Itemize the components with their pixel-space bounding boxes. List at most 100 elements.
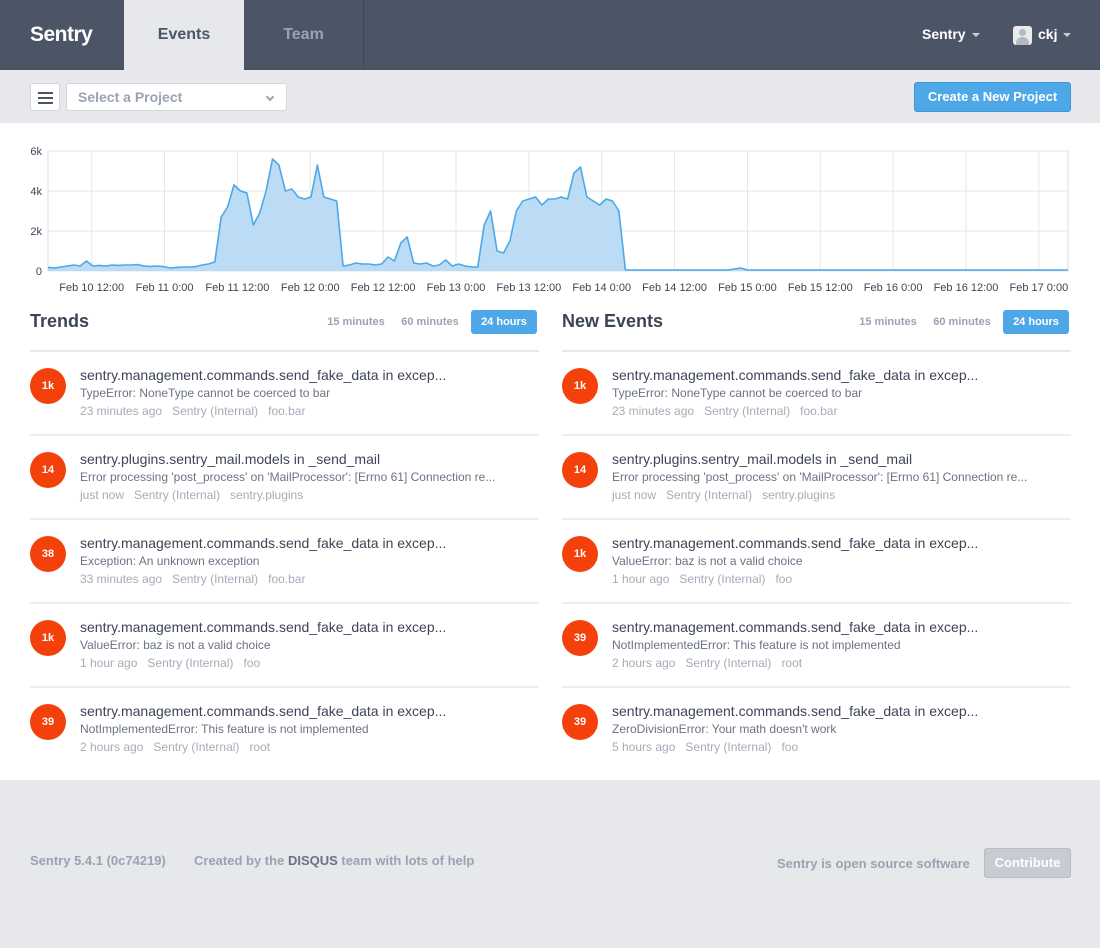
trends-range-60m[interactable]: 60 minutes: [397, 310, 463, 334]
event-row[interactable]: 1k sentry.management.commands.send_fake_…: [562, 520, 1071, 604]
event-title[interactable]: sentry.management.commands.send_fake_dat…: [612, 619, 992, 635]
event-meta: 2 hours ago Sentry (Internal) root: [80, 740, 280, 754]
event-row[interactable]: 38 sentry.management.commands.send_fake_…: [30, 520, 539, 604]
event-time: 1 hour ago: [612, 572, 670, 586]
org-menu-label: Sentry: [922, 26, 966, 42]
new-events-range-24h[interactable]: 24 hours: [1003, 310, 1069, 334]
event-meta: 33 minutes ago Sentry (Internal) foo.bar: [80, 572, 315, 586]
event-time: 23 minutes ago: [80, 404, 163, 418]
event-project: Sentry (Internal): [679, 572, 766, 586]
chart-x-tick-label: Feb 17 0:00: [1009, 282, 1068, 294]
credit-suffix[interactable]: team with lots of help: [341, 853, 474, 868]
new-events-panel: New Events 15 minutes 60 minutes 24 hour…: [562, 308, 1071, 772]
event-tag: foo.bar: [800, 404, 838, 418]
count-badge: 38: [30, 536, 66, 572]
count-badge: 14: [562, 452, 598, 488]
event-project: Sentry (Internal): [685, 740, 772, 754]
event-message: TypeError: NoneType cannot be coerced to…: [612, 386, 863, 400]
event-title[interactable]: sentry.management.commands.send_fake_dat…: [80, 619, 460, 635]
event-time: 23 minutes ago: [612, 404, 695, 418]
event-meta: 1 hour ago Sentry (Internal) foo: [80, 656, 270, 670]
count-badge: 1k: [30, 368, 66, 404]
caret-down-icon: [971, 33, 980, 38]
open-source-text: Sentry is open source software: [777, 856, 970, 871]
event-message: NotImplementedError: This feature is not…: [80, 722, 369, 736]
tab-events[interactable]: Events: [124, 0, 244, 70]
chart-x-tick-label: Feb 11 12:00: [205, 282, 269, 294]
tab-team[interactable]: Team: [244, 0, 364, 70]
event-project: Sentry (Internal): [147, 656, 234, 670]
event-message: NotImplementedError: This feature is not…: [612, 638, 901, 652]
event-row[interactable]: 14 sentry.plugins.sentry_mail.models in …: [562, 436, 1071, 520]
event-row[interactable]: 39 sentry.management.commands.send_fake_…: [30, 688, 539, 772]
new-events-range-60m[interactable]: 60 minutes: [929, 310, 995, 334]
event-tag: root: [781, 656, 803, 670]
event-row[interactable]: 39 sentry.management.commands.send_fake_…: [562, 604, 1071, 688]
new-events-range-15m[interactable]: 15 minutes: [854, 310, 922, 334]
chart-x-tick-label: Feb 11 0:00: [136, 282, 194, 294]
event-time: 2 hours ago: [612, 656, 676, 670]
count-badge: 14: [30, 452, 66, 488]
chart-x-tick-label: Feb 12 0:00: [281, 282, 340, 294]
create-project-button[interactable]: Create a New Project: [914, 82, 1071, 112]
event-tag: root: [249, 740, 271, 754]
user-menu[interactable]: ckj: [1013, 0, 1072, 70]
event-project: Sentry (Internal): [172, 572, 259, 586]
event-time: 2 hours ago: [80, 740, 144, 754]
chart-y-tick-label: 6k: [30, 146, 42, 158]
event-row[interactable]: 1k sentry.management.commands.send_fake_…: [30, 352, 539, 436]
disqus-link[interactable]: DISQUS: [288, 853, 338, 868]
event-meta: 5 hours ago Sentry (Internal) foo: [612, 740, 808, 754]
event-row[interactable]: 1k sentry.management.commands.send_fake_…: [562, 352, 1071, 436]
event-tag: foo: [775, 572, 793, 586]
credit-text: Created by the DISQUS team with lots of …: [194, 853, 474, 868]
event-project: Sentry (Internal): [134, 488, 221, 502]
avatar: [1013, 25, 1032, 45]
chevron-down-icon: [265, 92, 275, 102]
event-title[interactable]: sentry.management.commands.send_fake_dat…: [612, 703, 992, 719]
event-tag: foo: [243, 656, 261, 670]
new-events-header: New Events 15 minutes 60 minutes 24 hour…: [562, 308, 1071, 352]
event-title[interactable]: sentry.management.commands.send_fake_dat…: [80, 367, 460, 383]
event-title[interactable]: sentry.plugins.sentry_mail.models in _se…: [80, 451, 460, 467]
event-row[interactable]: 39 sentry.management.commands.send_fake_…: [562, 688, 1071, 772]
contribute-button[interactable]: Contribute: [984, 848, 1071, 878]
trends-panel: Trends 15 minutes 60 minutes 24 hours 1k…: [30, 308, 539, 772]
trends-range-15m[interactable]: 15 minutes: [322, 310, 390, 334]
brand-logo[interactable]: Sentry: [30, 0, 93, 70]
event-meta: 23 minutes ago Sentry (Internal) foo.bar: [612, 404, 847, 418]
event-title[interactable]: sentry.management.commands.send_fake_dat…: [80, 703, 460, 719]
event-project: Sentry (Internal): [153, 740, 240, 754]
chart-x-tick-label: Feb 13 12:00: [496, 282, 561, 294]
project-select[interactable]: Select a Project: [66, 83, 287, 111]
event-project: Sentry (Internal): [172, 404, 259, 418]
credit-prefix: Created by the: [194, 853, 285, 868]
event-title[interactable]: sentry.management.commands.send_fake_dat…: [80, 535, 460, 551]
event-tag: foo.bar: [268, 404, 306, 418]
trends-list: 1k sentry.management.commands.send_fake_…: [30, 352, 539, 772]
count-badge: 39: [562, 620, 598, 656]
event-title[interactable]: sentry.management.commands.send_fake_dat…: [612, 535, 992, 551]
menu-icon[interactable]: [30, 83, 60, 111]
trends-title: Trends: [30, 311, 90, 331]
footer: Sentry 5.4.1 (0c74219) Created by the DI…: [0, 780, 1100, 948]
event-project: Sentry (Internal): [666, 488, 753, 502]
chart-x-tick-label: Feb 15 0:00: [718, 282, 777, 294]
event-row[interactable]: 14 sentry.plugins.sentry_mail.models in …: [30, 436, 539, 520]
event-title[interactable]: sentry.management.commands.send_fake_dat…: [612, 367, 992, 383]
event-row[interactable]: 1k sentry.management.commands.send_fake_…: [30, 604, 539, 688]
trends-range-24h[interactable]: 24 hours: [471, 310, 537, 334]
chart-x-tick-label: Feb 13 0:00: [427, 282, 486, 294]
event-message: ZeroDivisionError: Your math doesn't wor…: [612, 722, 837, 736]
event-meta: just now Sentry (Internal) sentry.plugins: [612, 488, 845, 502]
event-project: Sentry (Internal): [704, 404, 791, 418]
chart-y-tick-label: 4k: [30, 186, 42, 198]
count-badge: 39: [30, 704, 66, 740]
caret-down-icon: [1063, 33, 1072, 38]
org-menu[interactable]: Sentry: [922, 0, 980, 70]
chart-y-tick-label: 2k: [30, 226, 42, 238]
event-title[interactable]: sentry.plugins.sentry_mail.models in _se…: [612, 451, 992, 467]
count-badge: 1k: [562, 536, 598, 572]
chart-y-tick-label: 0: [36, 266, 42, 278]
new-events-title: New Events: [562, 311, 664, 331]
